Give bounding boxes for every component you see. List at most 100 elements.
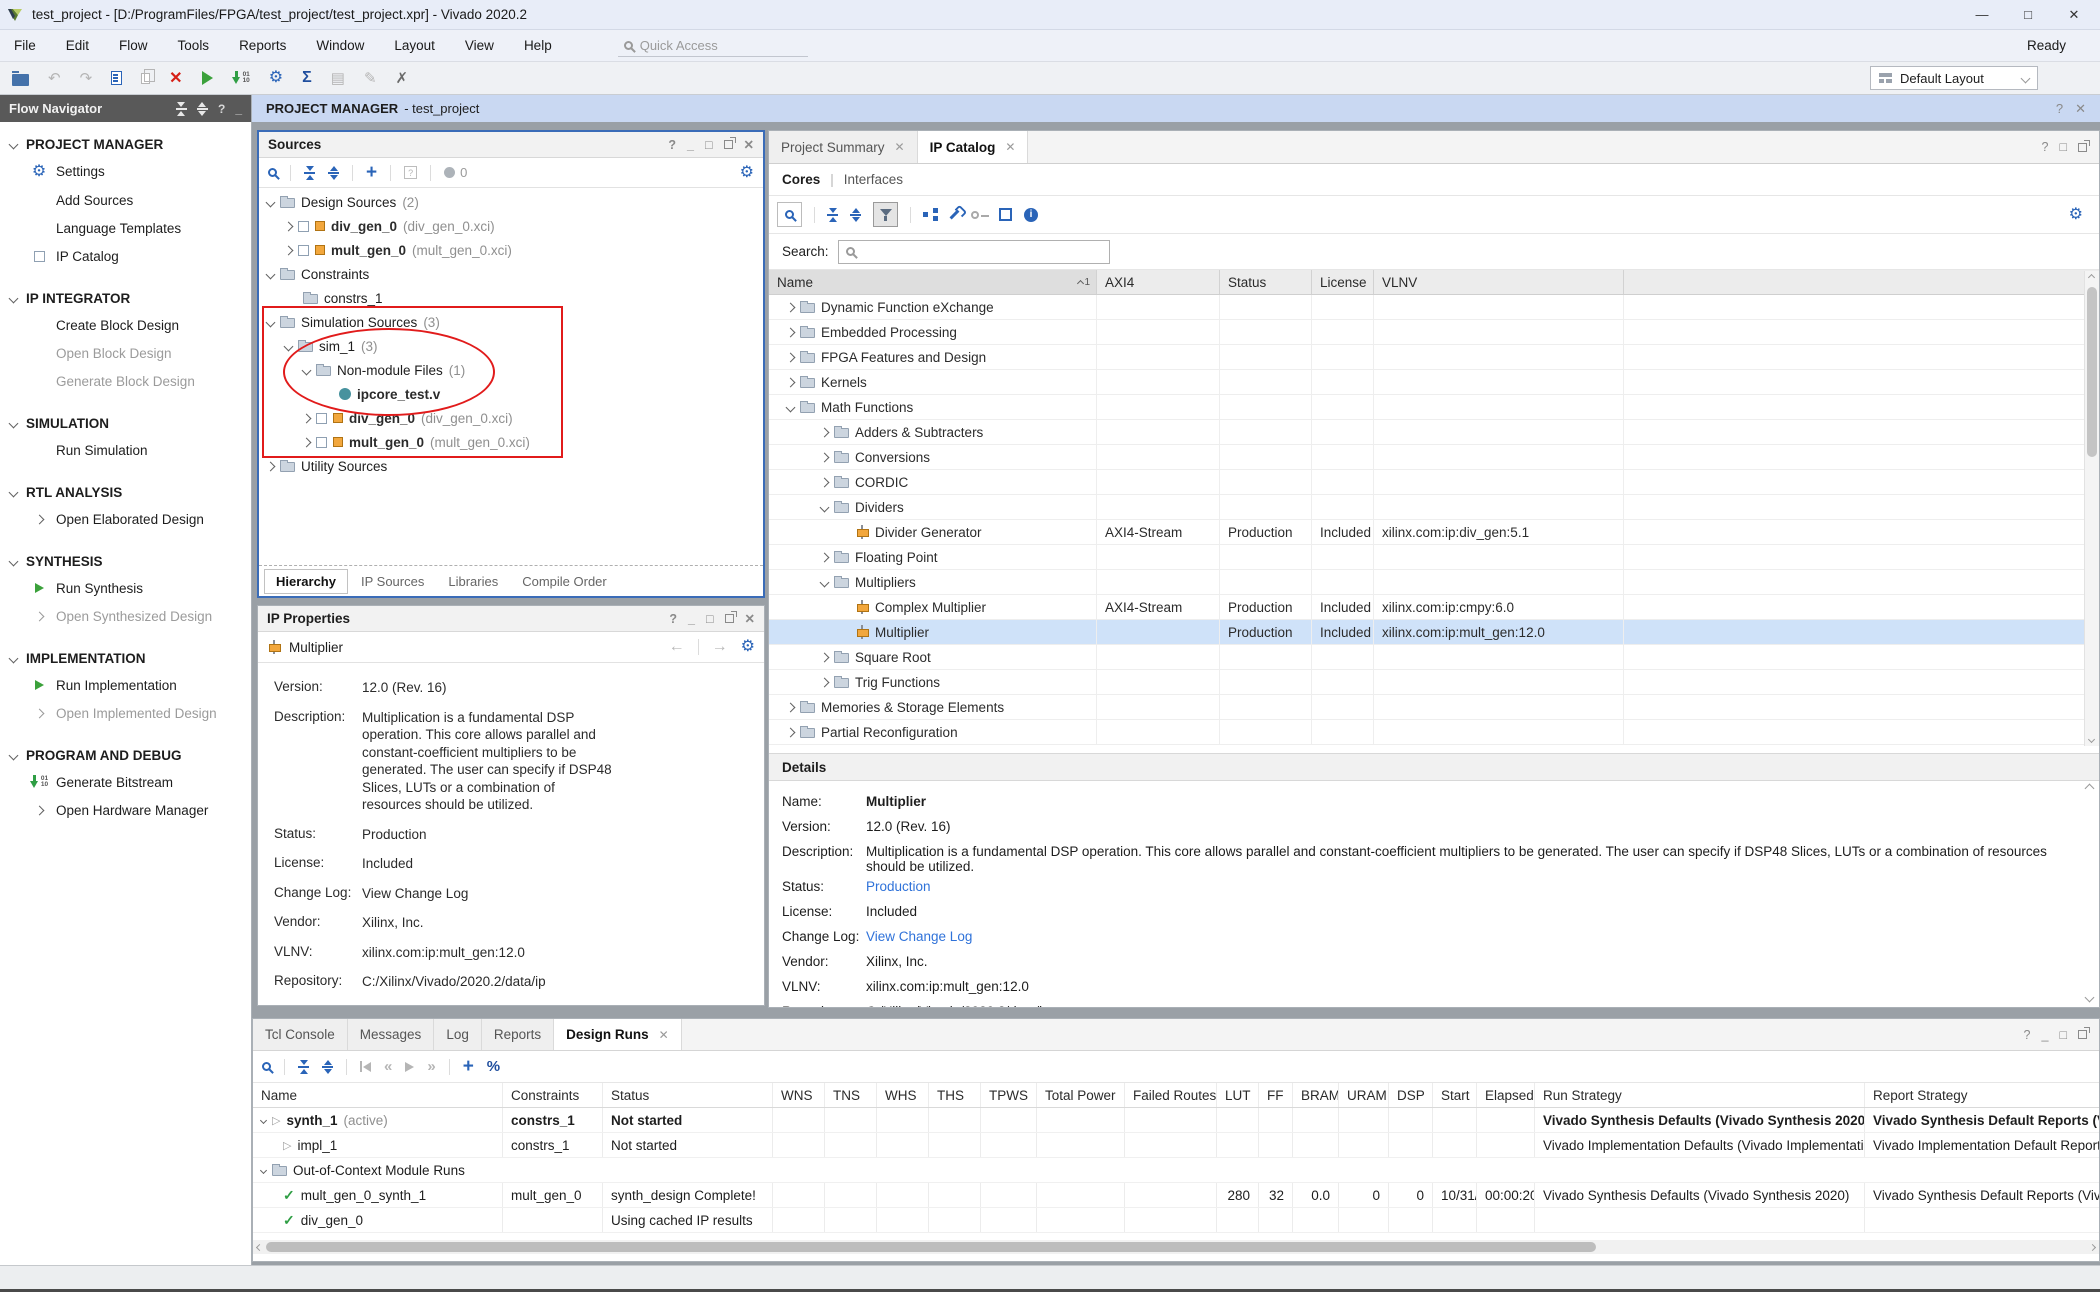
section-header-ip-integrator[interactable]: IP INTEGRATOR	[0, 286, 251, 311]
tree-item-sim-1[interactable]: sim_1(3)	[259, 334, 763, 358]
tree-item-div-gen-0[interactable]: div_gen_0(div_gen_0.xci)	[259, 214, 763, 238]
run-icon[interactable]	[202, 71, 213, 85]
filter-ip-button[interactable]	[873, 202, 898, 227]
navitem-add-sources[interactable]: Add Sources	[0, 186, 251, 214]
collapse-all-icon[interactable]	[298, 1060, 309, 1074]
horizontal-scrollbar[interactable]	[253, 1240, 2099, 1254]
details-status-link[interactable]: Production	[866, 879, 2099, 894]
maximize-panel-icon[interactable]: □	[2059, 1028, 2067, 1042]
tree-item-mult-gen-0[interactable]: mult_gen_0(mult_gen_0.xci)	[259, 238, 763, 262]
navitem-ip-catalog[interactable]: IP Catalog	[0, 242, 251, 270]
menu-view[interactable]: View	[465, 38, 494, 53]
tab-reports[interactable]: Reports	[482, 1019, 554, 1050]
tab-log[interactable]: Log	[434, 1019, 482, 1050]
float-panel-icon[interactable]	[2078, 1030, 2087, 1039]
catalog-search-input[interactable]	[838, 240, 1110, 264]
tab-libraries[interactable]: Libraries	[437, 570, 509, 593]
scrollbar-thumb[interactable]	[2087, 287, 2097, 457]
undo-icon[interactable]: ↶	[48, 69, 61, 87]
float-panel-icon[interactable]	[724, 140, 733, 149]
quick-access-search[interactable]: Quick Access	[618, 35, 808, 57]
catalog-row-trig-functions[interactable]: Trig Functions	[769, 670, 2099, 695]
catalog-row-conversions[interactable]: Conversions	[769, 445, 2099, 470]
search-button[interactable]	[777, 202, 802, 227]
tab-design-runs[interactable]: Design Runs✕	[554, 1019, 682, 1050]
run-row-ooc-group[interactable]: Out-of-Context Module Runs	[253, 1158, 2099, 1183]
catalog-row-divider-generator[interactable]: Divider GeneratorAXI4-StreamProductionIn…	[769, 520, 2099, 545]
report-document-icon[interactable]	[111, 71, 122, 85]
group-by-hierarchy-icon[interactable]	[923, 208, 938, 221]
add-repository-chip-icon[interactable]	[999, 208, 1012, 221]
generate-bitstream-icon[interactable]: 0110	[232, 71, 250, 85]
catalog-row-kernels[interactable]: Kernels	[769, 370, 2099, 395]
column-status[interactable]: Status	[1220, 270, 1312, 294]
minimize-panel-icon[interactable]: _	[687, 138, 694, 152]
scroll-down-icon[interactable]	[2088, 736, 2095, 743]
close-icon[interactable]: ✕	[659, 1028, 669, 1042]
help-icon[interactable]: ?	[218, 102, 225, 116]
scroll-left-icon[interactable]	[256, 1243, 263, 1250]
expand-all-icon[interactable]	[197, 102, 208, 116]
section-header-simulation[interactable]: SIMULATION	[0, 411, 251, 436]
tree-item-ipcore-test-v[interactable]: ipcore_test.v	[259, 382, 763, 406]
help-icon[interactable]: ?	[2041, 140, 2048, 154]
help-icon[interactable]: ?	[668, 138, 676, 152]
menu-file[interactable]: File	[14, 38, 36, 53]
tree-item-design-sources[interactable]: Design Sources(2)	[259, 190, 763, 214]
navitem-run-implementation[interactable]: Run Implementation	[0, 671, 251, 699]
column-axi4[interactable]: AXI4	[1097, 270, 1220, 294]
menu-flow[interactable]: Flow	[119, 38, 148, 53]
details-changelog-link[interactable]: View Change Log	[866, 929, 2099, 944]
column-license[interactable]: License	[1312, 270, 1374, 294]
column-name[interactable]: Name1	[769, 270, 1097, 294]
minimize-icon[interactable]: —	[1962, 7, 2002, 23]
copy-icon[interactable]	[141, 73, 150, 84]
tab-compile-order[interactable]: Compile Order	[511, 570, 618, 593]
section-header-project-manager[interactable]: PROJECT MANAGER	[0, 132, 251, 157]
settings-gear-icon[interactable]: ⚙	[269, 70, 283, 86]
run-row-div-gen[interactable]: ✓div_gen_0 Using cached IP results	[253, 1208, 2099, 1233]
menu-layout[interactable]: Layout	[394, 38, 435, 53]
close-icon[interactable]: ✕	[895, 140, 905, 154]
catalog-row-memories[interactable]: Memories & Storage Elements	[769, 695, 2099, 720]
delete-icon[interactable]: ✕	[169, 68, 182, 88]
navitem-open-hardware-manager[interactable]: Open Hardware Manager	[0, 796, 251, 824]
tab-tcl-console[interactable]: Tcl Console	[253, 1019, 348, 1050]
maximize-panel-icon[interactable]: □	[705, 138, 713, 152]
section-header-rtl-analysis[interactable]: RTL ANALYSIS	[0, 480, 251, 505]
tree-item-simulation-sources[interactable]: Simulation Sources(3)	[259, 310, 763, 334]
catalog-row-dfx[interactable]: Dynamic Function eXchange	[769, 295, 2099, 320]
section-header-implementation[interactable]: IMPLEMENTATION	[0, 646, 251, 671]
expand-all-icon[interactable]	[328, 166, 339, 180]
view-interfaces[interactable]: Interfaces	[844, 172, 903, 187]
catalog-vertical-scrollbar[interactable]	[2084, 271, 2099, 746]
navitem-create-block-design[interactable]: Create Block Design	[0, 311, 251, 339]
add-sources-icon[interactable]: +	[366, 162, 377, 184]
navitem-settings[interactable]: ⚙Settings	[0, 157, 251, 186]
field-value-status-link[interactable]: Production	[362, 826, 612, 844]
navitem-open-elaborated-design[interactable]: Open Elaborated Design	[0, 505, 251, 533]
report-utilization-icon[interactable]: Σ	[302, 69, 312, 87]
navitem-language-templates[interactable]: Language Templates	[0, 214, 251, 242]
tree-item-utility-sources[interactable]: Utility Sources	[259, 454, 763, 478]
create-run-icon[interactable]: +	[463, 1056, 474, 1078]
maximize-icon[interactable]: □	[2008, 7, 2048, 23]
close-panel-icon[interactable]: ✕	[744, 137, 754, 152]
catalog-row-partial-reconfiguration[interactable]: Partial Reconfiguration	[769, 720, 2099, 745]
expand-all-icon[interactable]	[850, 208, 861, 222]
tab-ip-sources[interactable]: IP Sources	[350, 570, 435, 593]
layout-selector[interactable]: Default Layout	[1870, 66, 2038, 90]
help-icon[interactable]: ?	[2024, 1028, 2031, 1042]
catalog-row-adders[interactable]: Adders & Subtracters	[769, 420, 2099, 445]
menu-tools[interactable]: Tools	[178, 38, 210, 53]
navitem-run-simulation[interactable]: Run Simulation	[0, 436, 251, 464]
tree-item-constraints[interactable]: Constraints	[259, 262, 763, 286]
scroll-up-icon[interactable]	[2088, 274, 2095, 281]
catalog-row-multiplier-selected[interactable]: MultiplierProductionIncludedxilinx.com:i…	[769, 620, 2099, 645]
catalog-row-cordic[interactable]: CORDIC	[769, 470, 2099, 495]
gear-icon[interactable]: ⚙	[740, 165, 754, 181]
column-vlnv[interactable]: VLNV	[1374, 270, 1624, 294]
search-icon[interactable]	[262, 1062, 271, 1071]
minimize-panel-icon[interactable]: _	[688, 612, 695, 626]
expand-all-icon[interactable]	[322, 1060, 333, 1074]
